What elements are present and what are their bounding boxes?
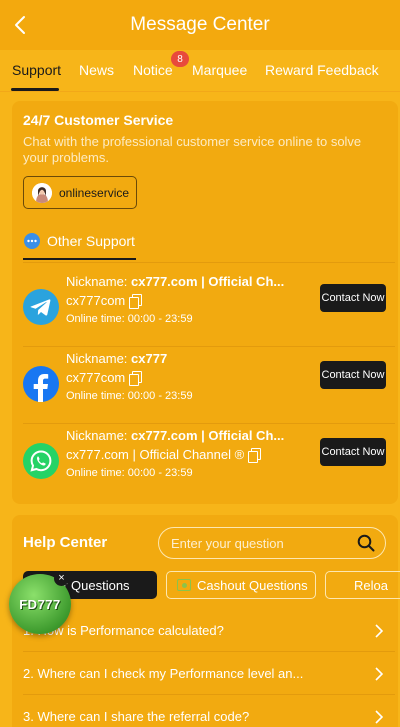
agent-avatar-icon: [32, 182, 52, 203]
contact-now-button[interactable]: Contact Now: [320, 438, 386, 466]
online-service-label: onlineservice: [59, 185, 130, 200]
nickname-value: cx777.com | Official Ch...: [131, 274, 285, 289]
faq-item[interactable]: 3. Where can I share the referral code?: [23, 698, 395, 727]
facebook-icon: [23, 366, 59, 402]
search-placeholder: Enter your question: [171, 535, 284, 551]
divider: [23, 651, 395, 652]
help-center-title: Help Center: [23, 534, 108, 551]
chip-label: Cashout Questions: [197, 577, 308, 593]
tab-marquee[interactable]: Marquee: [192, 62, 247, 78]
notice-count-badge: 8: [171, 51, 189, 67]
other-support-tab[interactable]: Other Support: [23, 232, 135, 250]
customer-service-description: Chat with the professional customer serv…: [23, 134, 362, 165]
account-handle: cx777.com | Official Channel ®: [66, 447, 262, 463]
chip-label: Reloa: [354, 577, 388, 593]
customer-service-title: 24/7 Customer Service: [23, 112, 174, 128]
tab-notice[interactable]: Notice: [133, 62, 173, 78]
divider: [23, 262, 395, 263]
nickname-value: cx777: [131, 351, 168, 366]
nickname: Nickname: cx777: [66, 351, 314, 366]
handle-text: cx777com: [66, 370, 126, 385]
nickname-value: cx777.com | Official Ch...: [131, 428, 285, 443]
support-item-whatsapp: Nickname: cx777.com | Official Ch... cx7…: [23, 423, 395, 500]
account-handle: cx777com: [66, 370, 143, 386]
support-item-facebook: Nickname: cx777 cx777com Online time: 00…: [23, 346, 395, 423]
handle-text: cx777.com | Official Channel ®: [66, 447, 245, 462]
tab-support[interactable]: Support: [12, 62, 61, 78]
other-support-label: Other Support: [47, 233, 135, 249]
online-time: Online time: 00:00 - 23:59: [66, 313, 193, 325]
contact-now-button[interactable]: Contact Now: [320, 361, 386, 389]
cash-icon: [177, 579, 191, 591]
copy-icon[interactable]: [129, 371, 143, 386]
other-support-underline: [23, 258, 136, 260]
chevron-right-icon: [375, 667, 384, 681]
tab-news[interactable]: News: [79, 62, 114, 78]
whatsapp-icon: [23, 443, 59, 479]
chevron-right-icon: [375, 710, 384, 724]
back-arrow-icon[interactable]: [10, 12, 32, 38]
tab-bar: Support News Notice Marquee Reward Feedb…: [0, 50, 400, 92]
contact-now-button[interactable]: Contact Now: [320, 284, 386, 312]
question-search-box[interactable]: Enter your question: [158, 527, 386, 559]
nickname-label: Nickname:: [66, 274, 132, 289]
header-bar: Message Center: [0, 0, 400, 50]
tab-reward-feedback[interactable]: Reward Feedback: [265, 62, 379, 78]
faq-item[interactable]: 1. How is Performance calculated?: [23, 612, 395, 650]
chip-reload[interactable]: Reloa: [325, 571, 400, 599]
telegram-icon: [23, 289, 59, 325]
copy-icon[interactable]: [248, 448, 262, 463]
support-item-telegram: Nickname: cx777.com | Official Ch... cx7…: [23, 269, 395, 346]
close-icon[interactable]: ×: [54, 571, 69, 586]
promo-logo-text: FD777: [19, 596, 61, 612]
nickname-label: Nickname:: [66, 428, 132, 443]
online-time: Online time: 00:00 - 23:59: [66, 390, 193, 402]
chevron-right-icon: [375, 624, 384, 638]
copy-icon[interactable]: [129, 294, 143, 309]
nickname: Nickname: cx777.com | Official Ch...: [66, 274, 314, 289]
faq-question: 1. How is Performance calculated?: [23, 623, 224, 638]
nickname-label: Nickname:: [66, 351, 132, 366]
page-title: Message Center: [130, 14, 270, 35]
nickname: Nickname: cx777.com | Official Ch...: [66, 428, 314, 443]
online-time: Online time: 00:00 - 23:59: [66, 467, 193, 479]
faq-item[interactable]: 2. Where can I check my Performance leve…: [23, 655, 395, 693]
faq-question: 2. Where can I check my Performance leve…: [23, 666, 304, 681]
chip-cashout-questions[interactable]: Cashout Questions: [166, 571, 316, 599]
divider: [23, 694, 395, 695]
online-service-button[interactable]: onlineservice: [23, 176, 137, 209]
active-tab-indicator: [11, 88, 59, 91]
search-icon[interactable]: [357, 534, 375, 552]
chat-bubble-icon: [24, 233, 40, 249]
handle-text: cx777com: [66, 293, 126, 308]
faq-question: 3. Where can I share the referral code?: [23, 709, 250, 724]
account-handle: cx777com: [66, 293, 143, 309]
